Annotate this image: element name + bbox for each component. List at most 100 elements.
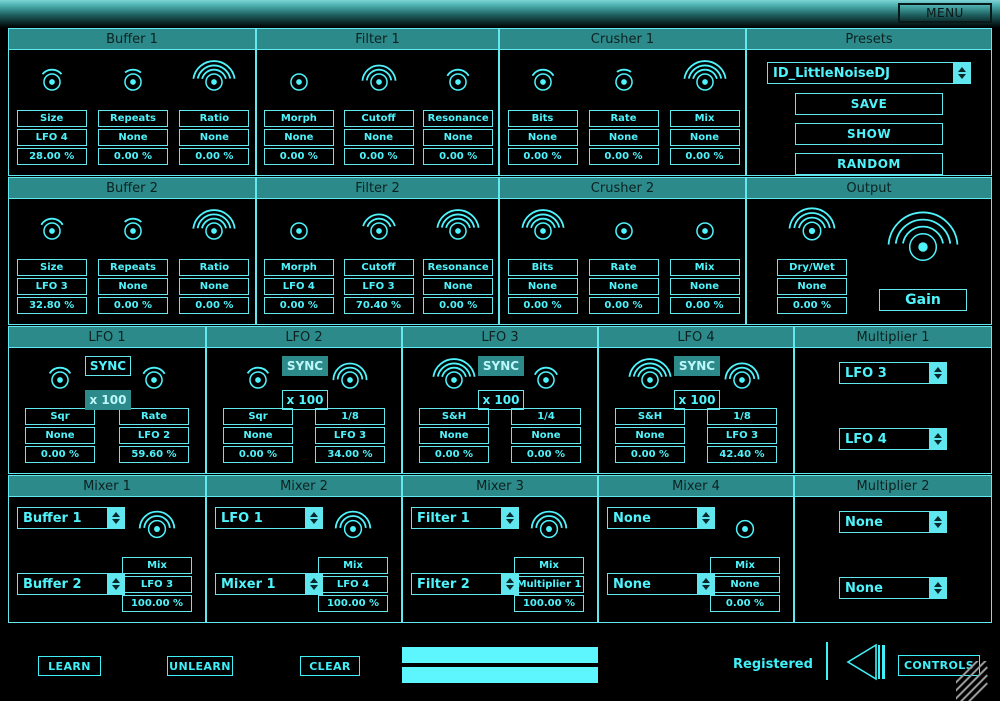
param-modulator-field[interactable]: LFO 3 <box>122 576 192 593</box>
param-name-field[interactable]: Mix <box>514 557 584 574</box>
param-modulator-field[interactable]: None <box>507 278 578 295</box>
param-value-field[interactable]: 0.00 % <box>669 297 740 314</box>
unlearn-button[interactable]: UNLEARN <box>167 656 233 676</box>
param-modulator-field[interactable]: None <box>777 278 847 295</box>
x100-toggle[interactable]: x 100 <box>85 390 131 410</box>
param-modulator-field[interactable]: LFO 4 <box>318 576 388 593</box>
param-modulator-field[interactable]: None <box>419 427 489 444</box>
sync-toggle[interactable]: SYNC <box>85 356 131 376</box>
param-value-field[interactable]: 59.60 % <box>119 446 189 463</box>
param-value-field[interactable]: 0.00 % <box>179 148 250 165</box>
knob-resonance[interactable] <box>421 56 495 108</box>
knob-rate[interactable] <box>587 56 661 108</box>
param-value-field[interactable]: 0.00 % <box>223 446 293 463</box>
param-name-field[interactable]: Repeats <box>98 259 168 276</box>
multiplier-source-b-select[interactable]: LFO 4 <box>839 428 947 450</box>
knob-resonance[interactable] <box>421 205 495 257</box>
multiplier-source-a-select[interactable]: None <box>839 511 947 533</box>
param-value-field[interactable]: 0.00 % <box>511 446 581 463</box>
param-value-field[interactable]: 0.00 % <box>98 297 168 314</box>
param-name-field[interactable]: Ratio <box>179 259 250 276</box>
param-value-field[interactable]: 100.00 % <box>122 595 192 612</box>
sync-toggle[interactable]: SYNC <box>674 356 720 376</box>
param-name-field[interactable]: Rate <box>588 110 659 127</box>
sync-toggle[interactable]: SYNC <box>282 356 328 376</box>
param-name-field[interactable]: Rate <box>588 259 659 276</box>
param-name-field[interactable]: Mix <box>710 557 780 574</box>
mixer-source-b-select[interactable]: Mixer 1 <box>215 573 323 595</box>
param-name-field[interactable]: Sqr <box>223 408 293 425</box>
param-modulator-field[interactable]: None <box>507 129 578 146</box>
param-value-field[interactable]: 0.00 % <box>423 148 494 165</box>
param-modulator-field[interactable]: LFO 4 <box>16 129 87 146</box>
param-value-field[interactable]: 0.00 % <box>423 297 494 314</box>
param-name-field[interactable]: Ratio <box>179 110 250 127</box>
save-preset-button[interactable]: SAVE <box>795 93 943 115</box>
param-value-field[interactable]: 0.00 % <box>25 446 95 463</box>
param-value-field[interactable]: 0.00 % <box>179 297 250 314</box>
param-value-field[interactable]: 0.00 % <box>710 595 780 612</box>
param-name-field[interactable]: Morph <box>263 110 334 127</box>
param-modulator-field[interactable]: None <box>179 278 250 295</box>
mixer-source-b-select[interactable]: Buffer 2 <box>17 573 125 595</box>
show-preset-button[interactable]: SHOW <box>795 123 943 145</box>
param-value-field[interactable]: 0.00 % <box>669 148 740 165</box>
chevron-updown-icon[interactable] <box>953 63 970 83</box>
chevron-updown-icon[interactable] <box>697 508 714 528</box>
param-value-field[interactable]: 0.00 % <box>263 148 334 165</box>
knob-bits[interactable] <box>506 205 580 257</box>
param-value-field[interactable]: 0.00 % <box>507 297 578 314</box>
chevron-updown-icon[interactable] <box>929 578 946 598</box>
param-value-field[interactable]: 0.00 % <box>777 297 847 314</box>
x100-toggle[interactable]: x 100 <box>478 390 524 410</box>
param-value-field[interactable]: 100.00 % <box>514 595 584 612</box>
knob-cutoff[interactable] <box>342 56 416 108</box>
param-name-field[interactable]: Mix <box>318 557 388 574</box>
resize-grip[interactable] <box>956 661 1000 701</box>
param-value-field[interactable]: 32.80 % <box>16 297 87 314</box>
chevron-updown-icon[interactable] <box>929 429 946 449</box>
knob-repeats[interactable] <box>96 205 170 257</box>
multiplier-source-b-select[interactable]: None <box>839 577 947 599</box>
param-modulator-field[interactable]: None <box>588 278 659 295</box>
mixer-source-b-select[interactable]: Filter 2 <box>411 573 519 595</box>
param-modulator-field[interactable]: None <box>98 278 168 295</box>
knob-mix[interactable] <box>668 205 742 257</box>
param-modulator-field[interactable]: None <box>423 278 494 295</box>
param-value-field[interactable]: 0.00 % <box>507 148 578 165</box>
learn-button[interactable]: LEARN <box>38 656 101 676</box>
knob-rate[interactable] <box>587 205 661 257</box>
sync-toggle[interactable]: SYNC <box>478 356 524 376</box>
param-modulator-field[interactable]: Multiplier 1 <box>514 576 584 593</box>
knob-mix[interactable] <box>321 503 385 555</box>
param-value-field[interactable]: 0.00 % <box>588 148 659 165</box>
knob-ratio[interactable] <box>177 205 251 257</box>
param-value-field[interactable]: 0.00 % <box>419 446 489 463</box>
knob-repeats[interactable] <box>96 56 170 108</box>
param-value-field[interactable]: 28.00 % <box>16 148 87 165</box>
param-name-field[interactable]: Size <box>16 259 87 276</box>
param-name-field[interactable]: Size <box>16 110 87 127</box>
knob-bits[interactable] <box>506 56 580 108</box>
param-modulator-field[interactable]: None <box>511 427 581 444</box>
mixer-source-a-select[interactable]: None <box>607 507 715 529</box>
param-modulator-field[interactable]: LFO 3 <box>343 278 414 295</box>
menu-button[interactable]: MENU <box>898 3 992 23</box>
param-name-field[interactable]: Mix <box>122 557 192 574</box>
param-name-field[interactable]: Bits <box>507 110 578 127</box>
gain-label[interactable]: Gain <box>879 289 967 311</box>
param-name-field[interactable]: 1/8 <box>315 408 385 425</box>
param-modulator-field[interactable]: None <box>179 129 250 146</box>
knob-morph[interactable] <box>262 56 336 108</box>
param-modulator-field[interactable]: LFO 2 <box>119 427 189 444</box>
preset-select[interactable]: ID_LittleNoiseDJ <box>767 62 971 84</box>
knob-ratio[interactable] <box>177 56 251 108</box>
param-modulator-field[interactable]: None <box>223 427 293 444</box>
param-modulator-field[interactable]: LFO 4 <box>263 278 334 295</box>
param-value-field[interactable]: 42.40 % <box>707 446 777 463</box>
param-value-field[interactable]: 0.00 % <box>615 446 685 463</box>
param-value-field[interactable]: 0.00 % <box>343 148 414 165</box>
param-name-field[interactable]: Morph <box>263 259 334 276</box>
param-value-field[interactable]: 0.00 % <box>98 148 168 165</box>
chevron-updown-icon[interactable] <box>305 508 322 528</box>
